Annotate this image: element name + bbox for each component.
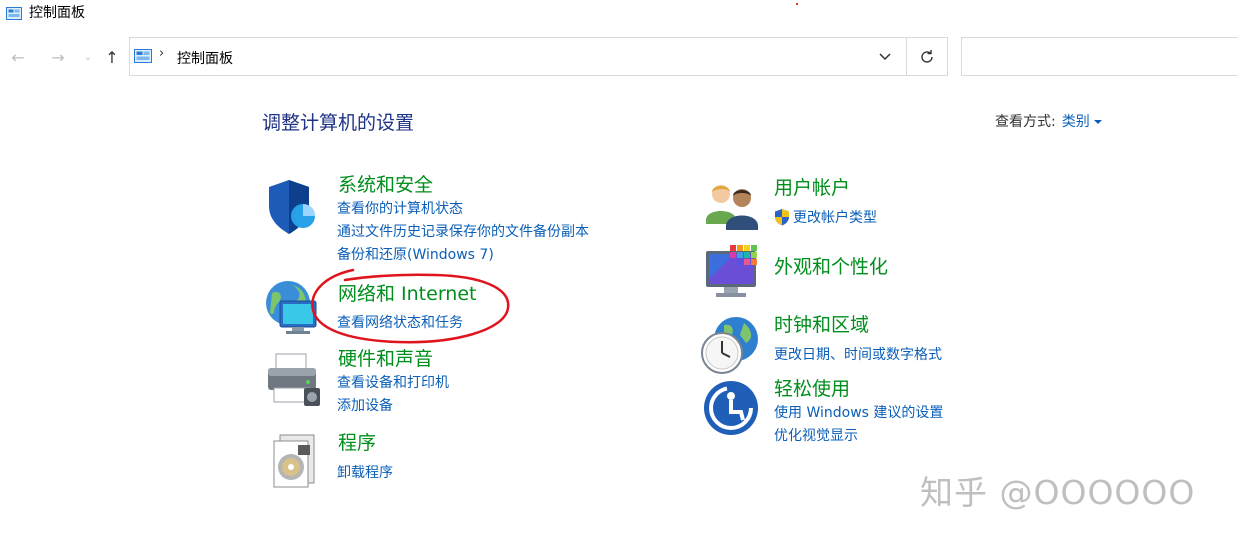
category-heading[interactable]: 外观和个性化 — [774, 255, 888, 279]
page-title: 调整计算机的设置 — [262, 112, 415, 134]
breadcrumb[interactable]: 控制面板 — [177, 48, 233, 68]
category-link[interactable]: 使用 Windows 建议的设置 — [774, 404, 943, 422]
category-link[interactable]: 更改日期、时间或数字格式 — [774, 346, 942, 364]
recent-locations-chevron-icon[interactable]: ⌄ — [76, 45, 100, 69]
category-link[interactable]: 查看你的计算机状态 — [337, 200, 463, 218]
control-panel-icon — [6, 7, 22, 20]
red-annotation-circle — [311, 268, 510, 344]
category-heading[interactable]: 硬件和声音 — [338, 347, 433, 371]
breadcrumb-separator-icon[interactable]: › — [159, 46, 164, 61]
clock-globe-icon — [701, 317, 758, 374]
address-bar[interactable]: › 控制面板 — [129, 37, 907, 76]
view-by-control: 查看方式: 类别 — [995, 111, 1102, 131]
category-link[interactable]: 查看设备和打印机 — [337, 374, 449, 392]
category-heading[interactable]: 系统和安全 — [338, 173, 433, 197]
view-by-dropdown[interactable]: 类别 — [1062, 114, 1090, 130]
uac-shield-icon — [775, 209, 789, 226]
navigation-bar: ← → ⌄ ↑ › 控制面板 — [0, 37, 1238, 77]
category-link[interactable]: 查看网络状态和任务 — [337, 314, 463, 332]
category-heading[interactable]: 程序 — [338, 431, 376, 455]
back-arrow-icon[interactable]: ← — [6, 45, 30, 69]
category-heading[interactable]: 用户帐户 — [774, 176, 850, 200]
category-link[interactable]: 卸载程序 — [337, 464, 393, 482]
category-heading[interactable]: 网络和 Internet — [338, 282, 476, 306]
control-panel-icon — [134, 49, 152, 63]
shield-icon — [269, 180, 315, 234]
category-link[interactable]: 通过文件历史记录保存你的文件备份副本 — [337, 223, 589, 241]
search-input[interactable] — [961, 37, 1238, 76]
forward-arrow-icon[interactable]: → — [46, 45, 70, 69]
users-icon — [706, 185, 758, 230]
refresh-icon — [921, 49, 933, 63]
appearance-monitor-icon — [706, 245, 757, 297]
category-link[interactable]: 更改帐户类型 — [793, 209, 877, 227]
category-link[interactable]: 优化视觉显示 — [774, 427, 858, 445]
refresh-button[interactable] — [907, 37, 948, 76]
ease-of-access-icon — [704, 381, 758, 435]
category-heading[interactable]: 时钟和区域 — [774, 313, 869, 337]
window-title: 控制面板 — [29, 5, 85, 21]
category-heading[interactable]: 轻松使用 — [774, 377, 850, 401]
watermark: 知乎 @OOOOOO — [920, 473, 1196, 512]
network-globe-icon — [266, 281, 317, 334]
category-link[interactable]: 备份和还原(Windows 7) — [337, 246, 494, 264]
category-link[interactable]: 添加设备 — [337, 397, 393, 415]
title-bar: 控制面板 — [0, 0, 1238, 30]
chevron-down-icon[interactable] — [878, 50, 892, 64]
stray-dot — [796, 3, 798, 5]
view-by-label: 查看方式: — [995, 114, 1056, 130]
printer-icon — [268, 353, 320, 406]
caret-down-icon[interactable] — [1093, 120, 1102, 124]
up-arrow-icon[interactable]: ↑ — [100, 45, 124, 69]
programs-disc-icon — [273, 434, 315, 488]
